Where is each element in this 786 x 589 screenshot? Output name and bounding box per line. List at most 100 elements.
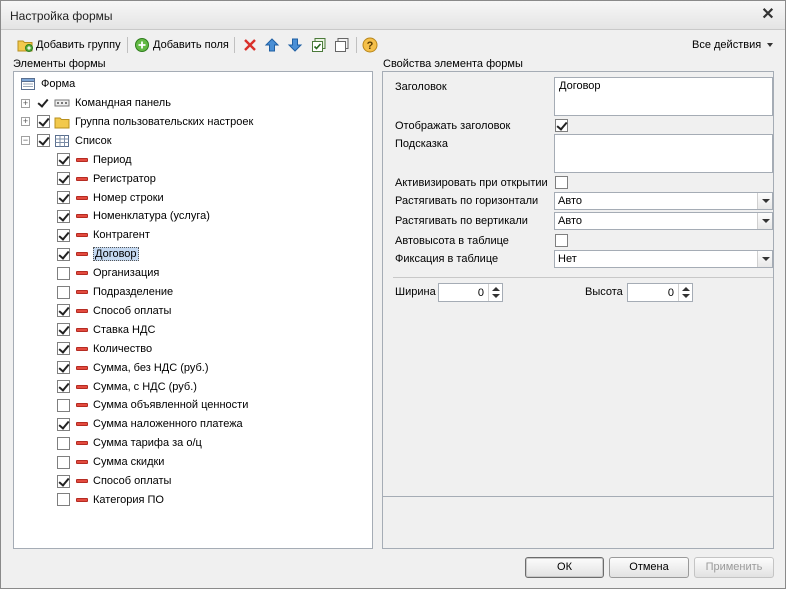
height-spinner[interactable]: 0 <box>627 283 693 302</box>
field-icon <box>76 460 88 465</box>
tree-item[interactable]: Договор <box>57 245 139 263</box>
tree-item[interactable]: Контрагент <box>57 226 150 244</box>
toolbar-separator <box>234 37 235 53</box>
form-elements-tree[interactable]: Форма + Командная панель + Группа пользоват… <box>13 71 373 549</box>
tree-item[interactable]: Регистратор <box>57 170 156 188</box>
move-up-button[interactable] <box>264 35 280 55</box>
tree-item-label: Сумма объявленной ценности <box>93 399 249 412</box>
show-title-label: Отображать заголовок <box>395 120 511 132</box>
chevron-down-icon[interactable] <box>757 213 772 229</box>
width-label: Ширина <box>395 286 436 298</box>
spinner-buttons[interactable] <box>488 284 502 301</box>
toolbar-separator <box>356 37 357 53</box>
tree-item[interactable]: − Список <box>21 132 112 150</box>
move-down-button[interactable] <box>287 35 303 55</box>
tree-item-checkbox[interactable] <box>37 97 50 110</box>
tree-item-label: Сумма тарифа за о/ц <box>93 437 202 450</box>
tree-item[interactable]: Сумма скидки <box>57 453 164 471</box>
tree-item-checkbox[interactable] <box>57 285 70 299</box>
tree-item-checkbox[interactable] <box>57 228 70 242</box>
close-icon[interactable]: ✕ <box>759 6 777 24</box>
tree-item-label: Организация <box>93 267 160 280</box>
width-spinner[interactable]: 0 <box>438 283 503 302</box>
tree-item-checkbox[interactable] <box>57 493 70 507</box>
show-title-checkbox[interactable] <box>555 119 568 132</box>
collapse-icon[interactable]: − <box>21 136 30 146</box>
delete-icon <box>242 37 258 53</box>
tree-item-checkbox[interactable] <box>57 455 70 469</box>
add-group-button[interactable]: Добавить группу <box>17 35 121 55</box>
tree-item[interactable]: Сумма объявленной ценности <box>57 396 248 414</box>
width-value: 0 <box>477 287 484 299</box>
tree-item-checkbox[interactable] <box>57 417 70 431</box>
add-fields-icon <box>134 37 150 53</box>
tree-item[interactable]: Ставка НДС <box>57 321 155 339</box>
chevron-down-icon[interactable] <box>757 251 772 267</box>
activate-checkbox[interactable] <box>555 176 568 189</box>
tree-item-label: Период <box>93 153 132 166</box>
tree-item[interactable]: Подразделение <box>57 283 173 301</box>
tree-root[interactable]: Форма <box>20 75 75 93</box>
expand-icon[interactable]: + <box>21 117 30 127</box>
add-fields-button[interactable]: Добавить поля <box>134 35 229 55</box>
field-icon <box>76 403 88 408</box>
expand-icon[interactable]: + <box>21 98 30 108</box>
delete-button[interactable] <box>242 35 258 55</box>
stretch-v-select[interactable]: Авто <box>554 212 773 230</box>
tree-item-checkbox[interactable] <box>57 474 70 488</box>
help-button[interactable]: ? <box>362 35 378 55</box>
tree-item-checkbox[interactable] <box>57 172 70 186</box>
field-icon <box>76 384 88 389</box>
tree-item-checkbox[interactable] <box>57 266 70 280</box>
tree-item-label: Категория ПО <box>93 493 164 506</box>
tree-item-checkbox[interactable] <box>57 342 70 356</box>
tree-item-checkbox[interactable] <box>37 134 50 148</box>
field-icon <box>76 441 88 446</box>
tree-item-checkbox[interactable] <box>57 247 70 261</box>
tree-item-checkbox[interactable] <box>57 209 70 223</box>
tree-item[interactable]: Номер строки <box>57 189 164 207</box>
tree-item-checkbox[interactable] <box>57 191 70 204</box>
autoheight-checkbox[interactable] <box>555 234 568 247</box>
tree-item-checkbox[interactable] <box>57 153 70 167</box>
tree-item[interactable]: Номенклатура (услуга) <box>57 207 210 225</box>
ok-button[interactable]: ОК <box>525 557 604 578</box>
spinner-buttons[interactable] <box>678 284 692 301</box>
tree-item-checkbox[interactable] <box>37 115 50 129</box>
tree-item[interactable]: + Командная панель <box>21 94 171 112</box>
chevron-down-icon[interactable] <box>757 193 772 209</box>
stretch-v-value: Авто <box>558 215 582 227</box>
tree-item[interactable]: Количество <box>57 340 152 358</box>
tree-item-checkbox[interactable] <box>57 361 70 375</box>
tree-item-checkbox[interactable] <box>57 380 70 393</box>
uncheck-all-button[interactable] <box>334 35 350 55</box>
tree-item[interactable]: + Группа пользовательских настроек <box>21 113 253 131</box>
tree-item-checkbox[interactable] <box>57 304 70 318</box>
apply-button[interactable]: Применить <box>694 557 774 578</box>
cancel-button[interactable]: Отмена <box>609 557 689 578</box>
tree-item-checkbox[interactable] <box>57 436 70 450</box>
tree-item[interactable]: Организация <box>57 264 159 282</box>
tree-item-checkbox[interactable] <box>57 323 70 337</box>
tree-item[interactable]: Сумма, с НДС (руб.) <box>57 378 197 396</box>
fixation-select[interactable]: Нет <box>554 250 773 268</box>
add-group-icon <box>17 37 33 53</box>
tree-item[interactable]: Категория ПО <box>57 491 164 509</box>
tree-item[interactable]: Сумма тарифа за о/ц <box>57 434 202 452</box>
uncheck-all-icon <box>334 37 350 53</box>
stretch-h-select[interactable]: Авто <box>554 192 773 210</box>
tooltip-input[interactable] <box>554 134 773 173</box>
add-group-label: Добавить группу <box>36 39 121 51</box>
tree-item[interactable]: Способ оплаты <box>57 472 171 490</box>
check-all-button[interactable] <box>311 35 327 55</box>
tree-item[interactable]: Сумма, без НДС (руб.) <box>57 359 209 377</box>
title-input[interactable]: Договор <box>554 77 773 116</box>
tree-item[interactable]: Период <box>57 151 132 169</box>
tree-item-label: Сумма скидки <box>93 456 165 469</box>
all-actions-menu[interactable]: Все действия <box>692 35 774 55</box>
tree-item[interactable]: Сумма наложенного платежа <box>57 415 243 433</box>
arrow-down-icon <box>287 37 303 53</box>
form-icon <box>20 76 36 92</box>
tree-item-checkbox[interactable] <box>57 398 70 412</box>
tree-item[interactable]: Способ оплаты <box>57 302 171 320</box>
